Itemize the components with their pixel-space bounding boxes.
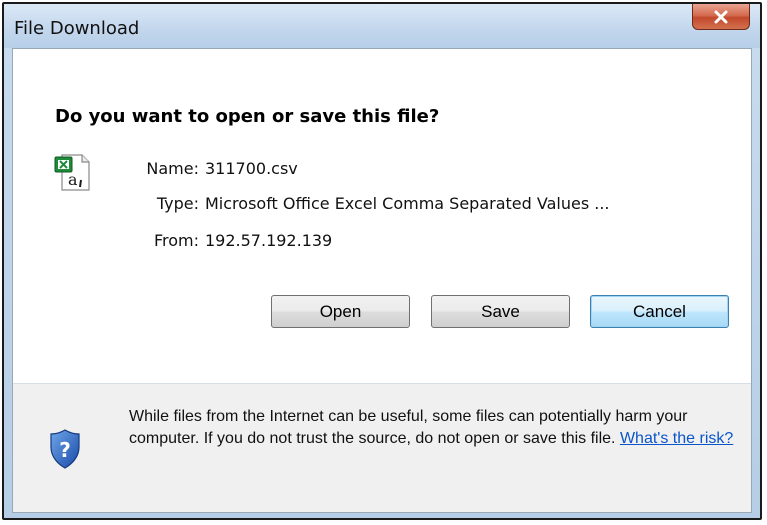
file-type-label: Type: (156, 194, 199, 213)
dialog-question: Do you want to open or save this file? (55, 106, 440, 127)
warning-text: While files from the Internet can be use… (129, 408, 688, 447)
security-warning: While files from the Internet can be use… (129, 406, 749, 450)
svg-text:a: a (68, 170, 78, 189)
file-name-value: 311700.csv (205, 159, 298, 178)
open-button[interactable]: Open (271, 295, 410, 328)
whats-the-risk-link[interactable]: What's the risk? (620, 430, 733, 447)
dialog-body: Do you want to open or save this file? a… (12, 48, 752, 513)
window-title: File Download (14, 18, 140, 39)
save-button[interactable]: Save (431, 295, 570, 328)
shield-question-icon: ? (50, 429, 80, 469)
excel-csv-file-icon: a (54, 154, 90, 191)
close-icon (714, 10, 728, 23)
close-button[interactable] (692, 4, 750, 30)
download-info-panel: Do you want to open or save this file? a… (13, 49, 751, 383)
file-source-label: From: (153, 231, 199, 250)
file-type-value: Microsoft Office Excel Comma Separated V… (205, 194, 610, 213)
title-bar[interactable]: File Download (4, 4, 760, 48)
file-source-value: 192.57.192.139 (205, 231, 333, 250)
svg-text:?: ? (59, 438, 71, 462)
cancel-button[interactable]: Cancel (590, 295, 729, 328)
file-download-dialog: File Download Do you want to open or sav… (2, 2, 762, 520)
file-name-label: Name: (146, 159, 199, 178)
section-divider (13, 383, 751, 384)
